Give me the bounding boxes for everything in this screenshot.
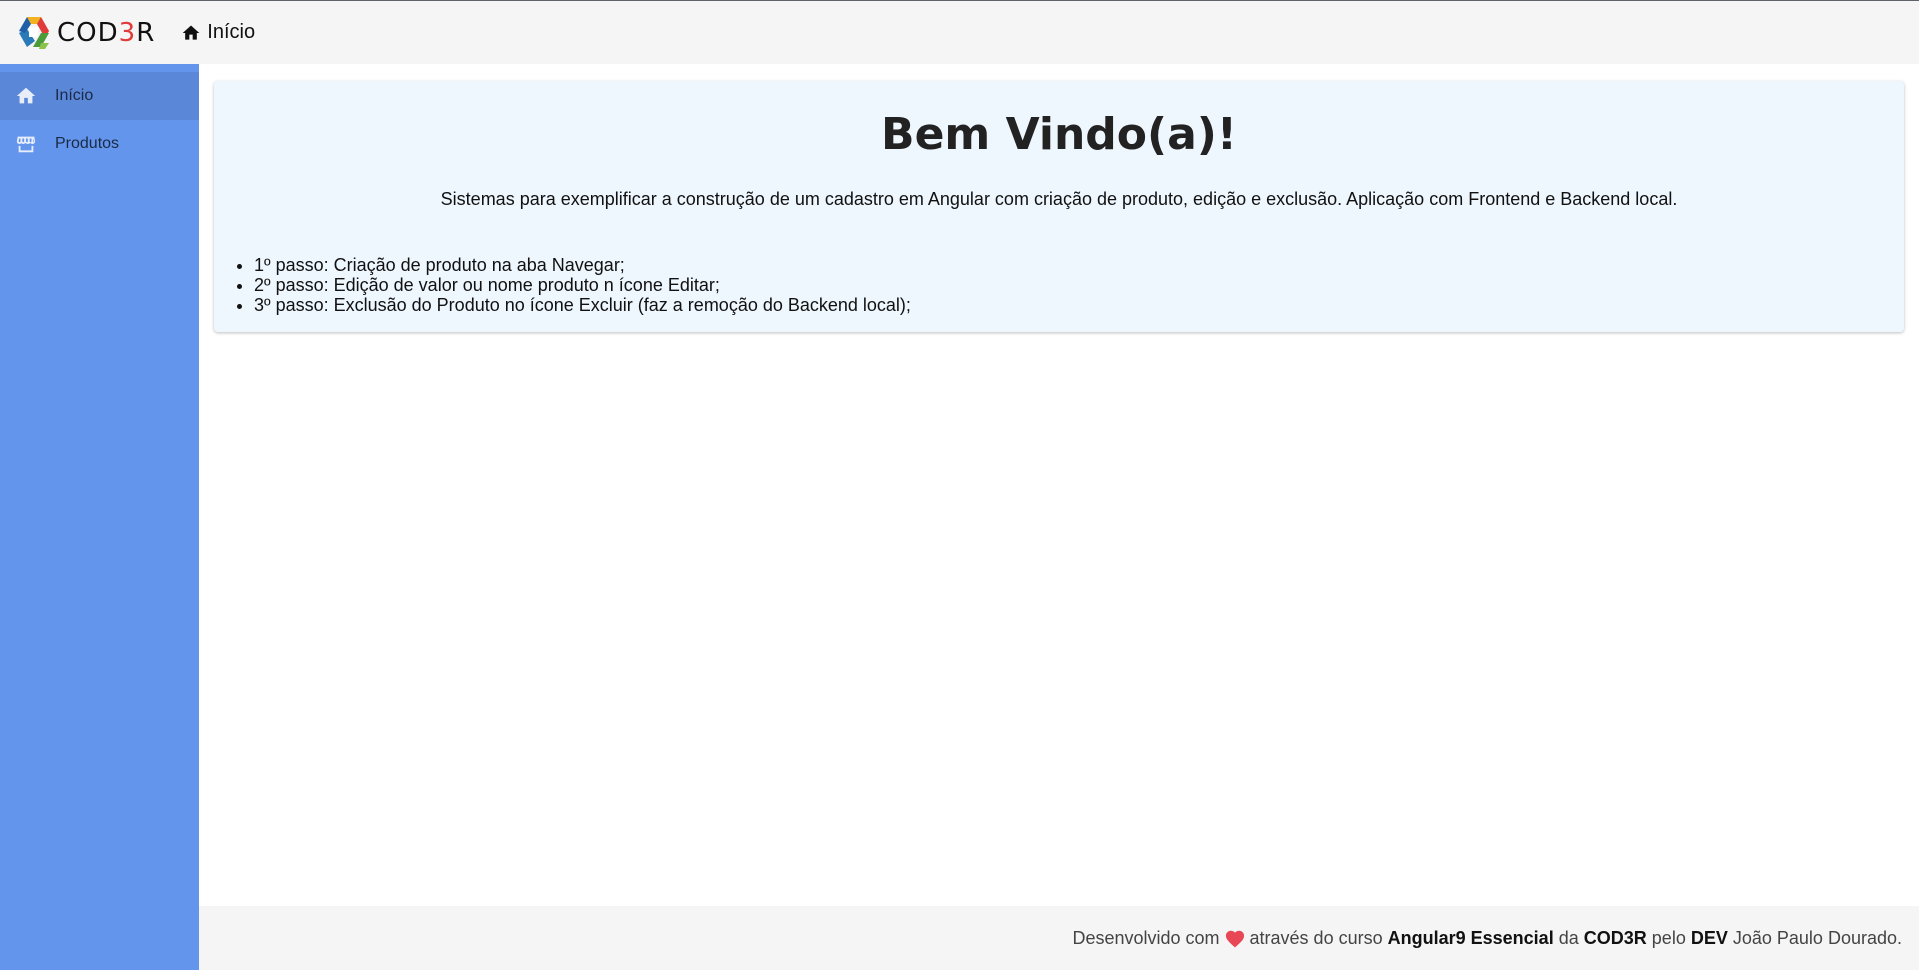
list-item: 2º passo: Edição de valor ou nome produt… <box>254 275 911 295</box>
welcome-description: Sistemas para exemplificar a construção … <box>440 189 1678 209</box>
footer-text: da <box>1558 927 1579 948</box>
footer-text: pelo <box>1651 927 1686 948</box>
page-title: Início <box>207 21 256 43</box>
store-icon <box>16 136 36 153</box>
footer-author: João Paulo Dourado. <box>1732 927 1902 948</box>
cod3r-logo-text: COD3R <box>57 17 156 48</box>
sidebar-item-inicio[interactable]: Início <box>0 72 199 120</box>
top-toolbar: COD3R Início <box>0 1 1919 64</box>
list-item: 1º passo: Criação de produto na aba Nave… <box>254 255 911 275</box>
welcome-title: Bem Vindo(a)! <box>881 109 1237 160</box>
list-item: 3º passo: Exclusão do Produto no ícone E… <box>254 295 911 315</box>
cod3r-logo[interactable]: COD3R <box>15 13 155 53</box>
footer-text: Desenvolvido com <box>1072 927 1220 948</box>
steps-list: 1º passo: Criação de produto na aba Nave… <box>254 255 911 315</box>
sidebar-nav: Início Produtos <box>0 64 199 970</box>
home-icon <box>182 25 200 40</box>
home-icon <box>16 87 36 104</box>
footer-course: Angular9 Essencial <box>1387 927 1554 948</box>
welcome-card: Bem Vindo(a)! Sistemas para exemplificar… <box>214 81 1904 332</box>
heart-icon <box>1224 928 1246 948</box>
main-content: Bem Vindo(a)! Sistemas para exemplificar… <box>199 64 1919 906</box>
footer: Desenvolvido com através do curso Angula… <box>199 906 1919 970</box>
footer-dev: DEV <box>1690 927 1728 948</box>
sidebar-item-label: Produtos <box>55 135 120 152</box>
sidebar-item-produtos[interactable]: Produtos <box>0 120 199 168</box>
header-breadcrumb: Início <box>181 21 255 44</box>
footer-brand: COD3R <box>1583 927 1647 948</box>
cod3r-logo-icon <box>19 16 49 49</box>
footer-text: através do curso <box>1249 927 1383 948</box>
sidebar-item-label: Início <box>55 87 94 104</box>
